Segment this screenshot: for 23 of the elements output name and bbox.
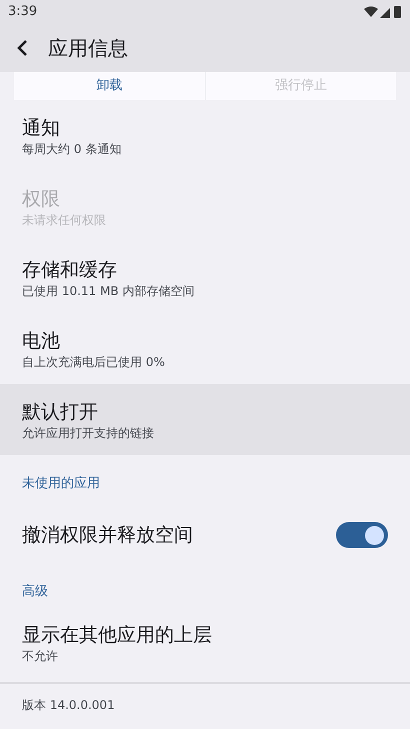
section-header: 未使用的应用	[22, 474, 100, 492]
setting-summary: 每周大约 0 条通知	[22, 140, 122, 156]
section-header: 高级	[22, 582, 48, 600]
setting-title: 默认打开	[22, 400, 99, 424]
version-text: 版本 14.0.0.001	[22, 697, 115, 714]
status-icons	[364, 5, 402, 19]
setting-summary: 未请求任何权限	[22, 212, 107, 228]
settings-item[interactable]: 默认打开 允许应用打开支持的链接	[0, 384, 410, 455]
setting-summary: 自上次充满电后已使用 0%	[22, 354, 166, 370]
setting-summary: 已使用 10.11 MB 内部存储空间	[22, 282, 196, 298]
setting-title: 通知	[22, 116, 61, 140]
setting-title: 电池	[22, 328, 61, 354]
setting-title: 撤消权限并释放空间	[22, 522, 193, 548]
setting-summary: 不允许	[22, 648, 59, 664]
setting-title: 存储和缓存	[22, 258, 118, 282]
action-button[interactable]: 卸载	[14, 72, 204, 100]
setting-summary: 允许应用打开支持的链接	[22, 424, 155, 440]
status-time: 3:39	[8, 3, 38, 22]
setting-title: 权限	[22, 186, 61, 212]
setting-title: 显示在其他应用的上层	[22, 622, 213, 648]
toggle-switch[interactable]	[336, 522, 388, 548]
back-icon[interactable]	[16, 39, 28, 57]
app-bar-title: 应用信息	[48, 35, 128, 62]
